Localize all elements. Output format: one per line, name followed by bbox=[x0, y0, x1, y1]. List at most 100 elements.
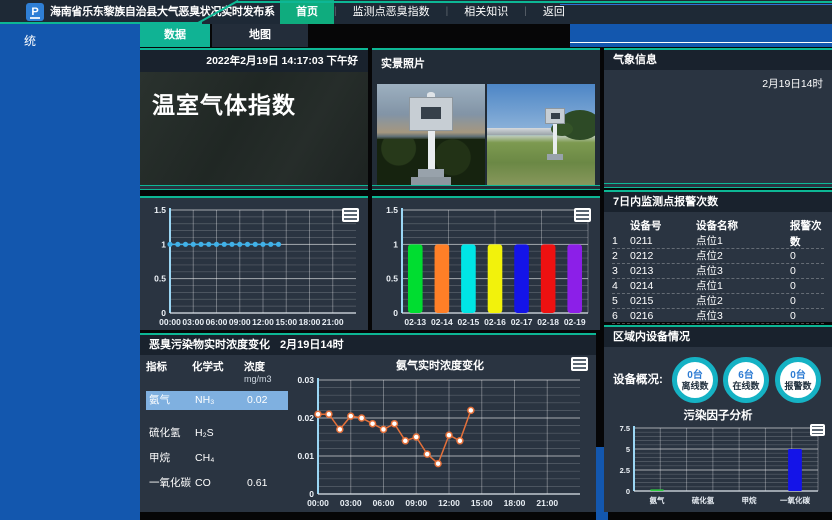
svg-text:09:00: 09:00 bbox=[405, 498, 427, 508]
view-tabs: 数据 地图 bbox=[140, 24, 308, 47]
svg-text:15:00: 15:00 bbox=[471, 498, 493, 508]
col-concentration: 浓度 mg/m3 bbox=[244, 361, 288, 385]
factor-analysis-chart: 0 2.5 5 7.5 氨气 硫化氢 甲烷 一氧化碳 bbox=[606, 421, 828, 506]
svg-text:一氧化碳: 一氧化碳 bbox=[780, 495, 810, 505]
ammonia-chart-title: 氨气实时浓度变化 bbox=[290, 357, 590, 373]
stat-offline: 0台 离线数 bbox=[672, 357, 718, 403]
table-row: 40214 点位10 bbox=[612, 279, 824, 294]
table-row: 30213 点位30 bbox=[612, 264, 824, 279]
dashboard: P 海南省乐东黎族自治县大气恶臭状况实时发布系 首页 | 监测点恶臭指数 | 相… bbox=[0, 0, 832, 520]
table-row: 60216 点位30 bbox=[612, 309, 824, 324]
svg-text:03:00: 03:00 bbox=[340, 498, 362, 508]
svg-text:15:00: 15:00 bbox=[275, 317, 297, 327]
col-formula: 化学式 bbox=[192, 361, 244, 385]
svg-text:12:00: 12:00 bbox=[438, 498, 460, 508]
chart-svg: 0 0.5 1 1.5 02-13 02-14 02-15 02-16 02-17 02-18 02… bbox=[374, 203, 598, 328]
svg-text:02-19: 02-19 bbox=[564, 317, 586, 327]
chart-menu-icon[interactable] bbox=[574, 208, 591, 222]
main-nav: 首页 | 监测点恶臭指数 | 相关知识 | 返回 bbox=[280, 0, 581, 24]
site-photo-1[interactable] bbox=[377, 84, 485, 185]
svg-text:00:00: 00:00 bbox=[307, 498, 329, 508]
page-title: 温室气体指数 bbox=[140, 72, 368, 120]
svg-text:2.5: 2.5 bbox=[620, 466, 630, 475]
panel-daily-index-chart: 0 0.5 1 1.5 02-13 02-14 02-15 02-16 02-17 02-18 02… bbox=[372, 196, 600, 330]
odor-table-header: 指标 化学式 浓度 mg/m3 bbox=[146, 361, 288, 385]
datetime-text: 2022年2月19日 14:17:03 下午好 bbox=[140, 50, 368, 72]
nav-item-odor-index[interactable]: 监测点恶臭指数 bbox=[337, 0, 446, 24]
odor-title: 恶臭污染物实时浓度变化 bbox=[149, 335, 270, 355]
chart-svg: 00.511.500:0003:0006:0009:0012:0015:0018… bbox=[142, 203, 366, 328]
odor-time: 2月19日14时 bbox=[280, 335, 344, 355]
svg-text:06:00: 06:00 bbox=[206, 317, 228, 327]
chart-menu-icon[interactable] bbox=[571, 357, 588, 371]
chart-menu-icon[interactable] bbox=[810, 424, 825, 436]
panel-odor: 恶臭污染物实时浓度变化 2月19日14时 指标 化学式 浓度 mg/m3 氨气N… bbox=[140, 333, 596, 512]
greeting-body: 温室气体指数 bbox=[140, 72, 368, 185]
stat-alarm: 0台 报警数 bbox=[775, 357, 821, 403]
svg-text:1: 1 bbox=[393, 239, 398, 249]
svg-text:0.5: 0.5 bbox=[386, 274, 398, 284]
chart-menu-icon[interactable] bbox=[342, 208, 359, 222]
tab-data[interactable]: 数据 bbox=[140, 24, 210, 47]
svg-text:21:00: 21:00 bbox=[322, 317, 344, 327]
table-row: 10211 点位10 bbox=[612, 234, 824, 249]
svg-text:1.5: 1.5 bbox=[154, 205, 166, 215]
svg-text:硫化氢: 硫化氢 bbox=[692, 495, 715, 505]
svg-text:5: 5 bbox=[626, 445, 630, 454]
chart-svg: 00.010.020.0300:0003:0006:0009:0012:0015… bbox=[290, 373, 590, 509]
monitoring-station bbox=[409, 92, 453, 185]
alarms-table: 设备号 设备名称 报警次数 10211 点位10 20212 点位20 3021… bbox=[612, 218, 824, 324]
chart-svg: 0 2.5 5 7.5 氨气 硫化氢 甲烷 一氧化碳 bbox=[606, 421, 828, 506]
wall bbox=[487, 128, 554, 135]
svg-text:0.02: 0.02 bbox=[297, 413, 314, 423]
panel-weather: 气象信息 2月19日14时 bbox=[604, 48, 832, 188]
odor-row-nh3[interactable]: 氨气NH₃0.02 bbox=[146, 391, 288, 410]
odor-row-ch4[interactable]: 甲烷CH₄ bbox=[146, 449, 288, 468]
svg-text:02-13: 02-13 bbox=[404, 317, 426, 327]
weather-time: 2月19日14时 bbox=[762, 76, 823, 91]
svg-text:0.01: 0.01 bbox=[297, 451, 314, 461]
sidebar: 统 bbox=[0, 24, 140, 520]
svg-text:7.5: 7.5 bbox=[620, 424, 630, 433]
svg-text:02-18: 02-18 bbox=[537, 317, 559, 327]
odor-row-h2s[interactable]: 硫化氢H₂S bbox=[146, 424, 288, 443]
panel-greeting: 2022年2月19日 14:17:03 下午好 温室气体指数 bbox=[140, 48, 368, 190]
devices-overview-label: 设备概况: bbox=[613, 371, 663, 387]
svg-text:0.03: 0.03 bbox=[297, 375, 314, 385]
app-logo-icon: P bbox=[26, 3, 44, 21]
panel-index-trend-chart: 00.511.500:0003:0006:0009:0012:0015:0018… bbox=[140, 196, 368, 330]
svg-text:氨气: 氨气 bbox=[650, 495, 665, 505]
teal-accent-topline bbox=[236, 1, 832, 3]
svg-text:18:00: 18:00 bbox=[504, 498, 526, 508]
nav-item-home[interactable]: 首页 bbox=[280, 0, 334, 24]
svg-text:02-17: 02-17 bbox=[511, 317, 533, 327]
photo-row bbox=[377, 84, 595, 185]
stat-online: 6台 在线数 bbox=[723, 357, 769, 403]
alarms-table-header: 设备号 设备名称 报警次数 bbox=[612, 218, 824, 234]
svg-text:02-15: 02-15 bbox=[458, 317, 480, 327]
tab-map[interactable]: 地图 bbox=[212, 24, 308, 47]
svg-text:1.5: 1.5 bbox=[386, 205, 398, 215]
svg-text:02-14: 02-14 bbox=[431, 317, 453, 327]
svg-text:03:00: 03:00 bbox=[182, 317, 204, 327]
nav-item-knowledge[interactable]: 相关知识 bbox=[448, 0, 524, 24]
panel-photos: 实景照片 bbox=[372, 48, 600, 190]
svg-text:甲烷: 甲烷 bbox=[742, 495, 757, 505]
odor-panel-header: 恶臭污染物实时浓度变化 2月19日14时 bbox=[140, 335, 596, 355]
unit-label: mg/m3 bbox=[244, 374, 272, 384]
header-blue-band bbox=[570, 24, 832, 47]
odor-row-co[interactable]: 一氧化碳CO0.61 bbox=[146, 474, 288, 493]
odor-table: 指标 化学式 浓度 mg/m3 氨气NH₃0.02 硫化氢H₂S 甲烷CH₄ 一… bbox=[146, 361, 288, 493]
site-photo-2[interactable] bbox=[487, 84, 595, 185]
svg-text:12:00: 12:00 bbox=[252, 317, 274, 327]
col-indicator: 指标 bbox=[146, 361, 192, 385]
top-navbar: P 海南省乐东黎族自治县大气恶臭状况实时发布系 首页 | 监测点恶臭指数 | 相… bbox=[0, 0, 832, 24]
svg-text:02-16: 02-16 bbox=[484, 317, 506, 327]
svg-text:00:00: 00:00 bbox=[159, 317, 181, 327]
table-row: 50215 点位20 bbox=[612, 294, 824, 309]
svg-text:21:00: 21:00 bbox=[536, 498, 558, 508]
svg-text:0: 0 bbox=[393, 308, 398, 318]
svg-text:0: 0 bbox=[626, 487, 630, 496]
weather-title: 气象信息 bbox=[604, 50, 832, 70]
odor-chart-zone: 氨气实时浓度变化 00.010.020.0300:0003:0006:0009:… bbox=[290, 357, 590, 509]
